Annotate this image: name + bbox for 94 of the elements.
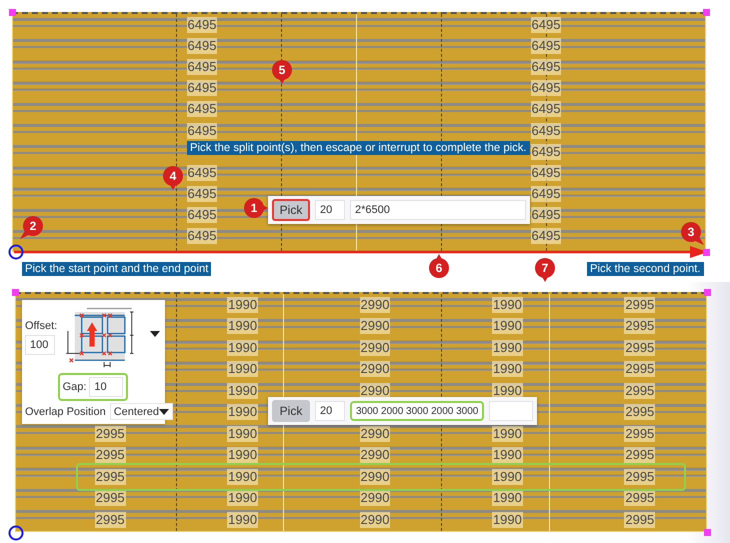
origin-icon [8, 244, 24, 260]
corner-grip[interactable] [703, 249, 710, 256]
dimension-label: 1990 [227, 318, 258, 334]
corner-grip[interactable] [12, 289, 19, 296]
dimension-label: 6495 [530, 16, 562, 33]
dimension-label: 2995 [624, 490, 656, 506]
dimension-label: 2995 [94, 468, 126, 485]
dimension-label: 2990 [360, 361, 390, 378]
dimension-label: 2995 [624, 340, 656, 356]
dimension-label: 1990 [492, 426, 523, 442]
dimension-label: 6495 [186, 38, 218, 54]
dimension-label: 2995 [624, 296, 656, 313]
dimension-label: 6495 [530, 38, 562, 54]
dimension-label: 1990 [492, 512, 523, 528]
dimension-label: 1990 [492, 296, 523, 313]
dimension-label: 1990 [492, 382, 523, 399]
dimension-label: 6495 [186, 16, 218, 33]
dimension-label: 6495 [186, 186, 218, 202]
dimension-label: 6495 [186, 58, 218, 75]
dimension-label: 6495 [186, 228, 218, 244]
dimension-label: 6495 [530, 164, 562, 181]
offset-field[interactable]: 100 [25, 334, 55, 354]
corner-grip[interactable] [703, 9, 710, 16]
dimension-label: 1990 [227, 468, 258, 485]
dimension-label: 2995 [94, 512, 126, 528]
pick-button[interactable]: Pick [272, 400, 310, 422]
dimension-label: 6495 [530, 101, 562, 118]
corner-grip[interactable] [9, 9, 16, 16]
dimension-label: 2990 [360, 512, 390, 528]
dimension-label: 2990 [360, 490, 390, 506]
dimension-label: 6495 [530, 228, 562, 244]
dimension-label: 6495 [186, 80, 218, 96]
dimension-label: 2995 [624, 426, 656, 442]
dimension-label: 2990 [360, 468, 390, 485]
dimension-label: 1990 [492, 340, 523, 356]
dimension-label: 6495 [530, 144, 562, 160]
dimension-label: 2995 [94, 490, 126, 506]
dimension-label: 6495 [186, 122, 218, 139]
offset-label: Offset: [25, 320, 58, 332]
corner-grip[interactable] [704, 529, 711, 536]
dimension-label: 1990 [227, 512, 258, 528]
dimension-label: 1990 [227, 361, 258, 378]
dimension-label: 2995 [624, 361, 656, 378]
corner-grip[interactable] [704, 289, 711, 296]
gap-label: Gap: [62, 381, 86, 393]
dimension-label: 2995 [94, 426, 126, 442]
dimension-label: 1990 [492, 447, 523, 464]
dimension-label: 2995 [624, 447, 656, 464]
lengths-field[interactable]: 2*6500 [350, 200, 526, 220]
dropdown-caret-icon [158, 408, 169, 414]
dimension-label: 1990 [492, 318, 523, 334]
dimension-label: 2995 [624, 468, 656, 485]
dimension-label: 6495 [530, 80, 562, 96]
overlap-position-select[interactable]: Centered [110, 403, 173, 420]
dimension-label: 6495 [530, 58, 562, 75]
dimension-label: 1990 [227, 404, 258, 420]
dimension-label: 1990 [227, 340, 258, 356]
overlap-position-label: Overlap Position [25, 406, 106, 418]
dimension-label: 1990 [227, 296, 258, 313]
count-field[interactable]: 20 [315, 401, 345, 421]
dimension-label: 2995 [94, 447, 126, 464]
lengths-field[interactable]: 3000 2000 3000 2000 3000 [350, 401, 484, 421]
dimension-label: 6495 [530, 122, 562, 139]
dimension-label: 2990 [360, 318, 390, 334]
end-hint-tooltip: Pick the second point. [587, 262, 704, 276]
dimension-label: 2995 [624, 512, 656, 528]
dimension-label: 2995 [624, 404, 656, 420]
dimension-label: 2990 [360, 382, 390, 399]
gap-field[interactable]: 10 [89, 377, 124, 397]
dimension-label: 6495 [186, 207, 218, 224]
dimension-label: 1990 [492, 490, 523, 506]
dimension-label: 2990 [360, 296, 390, 313]
dimension-label: 1990 [227, 426, 258, 442]
dimension-label: 1990 [227, 447, 258, 464]
dimension-label: 2990 [360, 340, 390, 356]
dimension-label: 2990 [360, 447, 390, 464]
dimension-label: 1990 [227, 490, 258, 506]
dimension-label: 1990 [492, 361, 523, 378]
dropdown-caret-icon [150, 331, 160, 337]
dimension-label: 1990 [227, 382, 258, 399]
split-hint-tooltip: Pick the split point(s), then escape or interrupt to complete the pick. [187, 141, 530, 155]
dimension-label: 6495 [530, 186, 562, 202]
dimension-label: 2995 [624, 382, 656, 399]
dimension-label: 2995 [624, 318, 656, 334]
start-hint-tooltip: Pick the start point and the end point [22, 262, 212, 276]
dimension-label: 6495 [186, 101, 218, 118]
pick-button[interactable]: Pick [272, 199, 310, 221]
dimension-label: 2990 [360, 426, 390, 442]
dimension-label: 6495 [530, 207, 562, 224]
dimension-label: 6495 [186, 164, 218, 181]
dimension-label: 1990 [492, 468, 523, 485]
origin-icon [8, 525, 24, 541]
input-field[interactable] [489, 401, 533, 421]
count-field[interactable]: 20 [315, 200, 345, 220]
